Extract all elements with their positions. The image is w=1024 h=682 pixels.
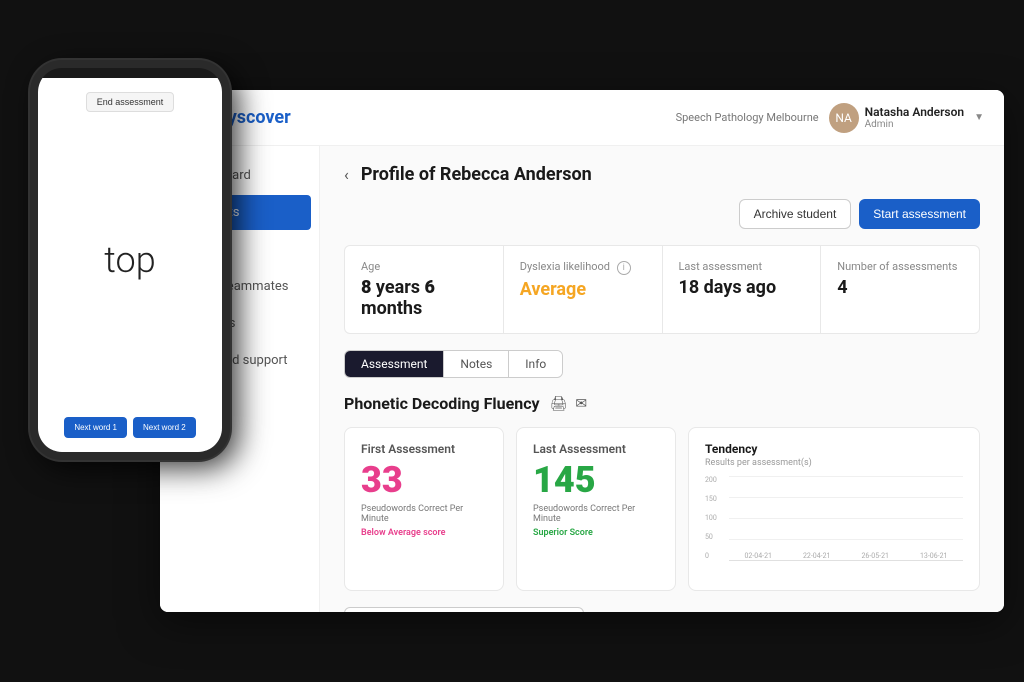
y-label-0: 0 bbox=[705, 552, 729, 560]
org-name: Speech Pathology Melbourne bbox=[676, 111, 819, 124]
user-dropdown-arrow[interactable]: ▼ bbox=[974, 112, 984, 123]
y-axis: 200 150 100 50 0 bbox=[705, 476, 729, 560]
bar-1-label: 02-04-21 bbox=[745, 552, 772, 560]
user-role: Admin bbox=[865, 119, 964, 130]
y-label-200: 200 bbox=[705, 476, 729, 484]
page-title: Profile of Rebecca Anderson bbox=[361, 164, 980, 185]
app-header: D Dyscover Speech Pathology Melbourne NA… bbox=[160, 90, 1004, 146]
main-ui: D Dyscover Speech Pathology Melbourne NA… bbox=[160, 90, 1004, 612]
tab-info[interactable]: Info bbox=[509, 351, 562, 377]
last-assessment-score: 145 bbox=[533, 462, 659, 498]
tendency-card: Tendency Results per assessment(s) 200 1… bbox=[688, 427, 980, 591]
stat-age-value: 8 years 6 months bbox=[361, 277, 487, 319]
stat-num-label: Number of assessments bbox=[837, 260, 963, 273]
stat-num-value: 4 bbox=[837, 277, 963, 298]
assessment-cards-row: First Assessment 33 Pseudowords Correct … bbox=[344, 427, 980, 591]
start-assessment-button[interactable]: Start assessment bbox=[859, 199, 980, 229]
bar-4-label: 13-06-21 bbox=[920, 552, 947, 560]
phone-notch bbox=[100, 68, 160, 78]
bar-2-label: 22-04-21 bbox=[803, 552, 830, 560]
action-buttons: Archive student Start assessment bbox=[344, 199, 980, 229]
section-icons: 🖨 ✉ bbox=[550, 396, 588, 412]
first-assessment-title: First Assessment bbox=[361, 442, 487, 456]
y-label-150: 150 bbox=[705, 495, 729, 503]
bar-2: 22-04-21 bbox=[803, 550, 830, 560]
tabs-row: Assessment Notes Info bbox=[344, 350, 563, 378]
email-icon[interactable]: ✉ bbox=[575, 396, 587, 412]
next-word-2-button[interactable]: Next word 2 bbox=[133, 417, 196, 438]
stat-last-label: Last assessment bbox=[679, 260, 805, 273]
tendency-sub: Results per assessment(s) bbox=[705, 458, 963, 468]
stat-last-assessment: Last assessment 18 days ago bbox=[663, 246, 821, 333]
bar-3: 26-05-21 bbox=[862, 550, 889, 560]
stat-dyslexia: Dyslexia likelihood i Average bbox=[504, 246, 662, 333]
back-button[interactable]: ‹ bbox=[344, 165, 349, 184]
stat-age-label: Age bbox=[361, 260, 487, 273]
stat-num-assessments: Number of assessments 4 bbox=[821, 246, 979, 333]
section-title: Phonetic Decoding Fluency bbox=[344, 394, 540, 413]
archive-student-button[interactable]: Archive student bbox=[739, 199, 852, 229]
first-assessment-tag: Below Average score bbox=[361, 528, 487, 538]
phone-screen: End assessment top Next word 1 Next word… bbox=[38, 78, 222, 452]
scene: End assessment top Next word 1 Next word… bbox=[0, 0, 1024, 682]
content-header: ‹ Profile of Rebecca Anderson bbox=[344, 164, 980, 185]
dropdown-row: Assessment 3 - 26/05/2021 ▼ bbox=[344, 607, 980, 612]
tab-notes[interactable]: Notes bbox=[444, 351, 509, 377]
bar-3-label: 26-05-21 bbox=[862, 552, 889, 560]
phone-action-buttons: Next word 1 Next word 2 bbox=[54, 407, 205, 452]
stat-last-value: 18 days ago bbox=[679, 277, 805, 298]
chart-container: 200 150 100 50 0 bbox=[705, 476, 963, 576]
stat-age: Age 8 years 6 months bbox=[345, 246, 503, 333]
assessment-dropdown[interactable]: Assessment 3 - 26/05/2021 ▼ bbox=[344, 607, 584, 612]
ui-body: Dashboard Students Teams Invite teammate… bbox=[160, 146, 1004, 612]
last-assessment-sub: Pseudowords Correct Per Minute bbox=[533, 504, 659, 524]
stat-dyslexia-label: Dyslexia likelihood i bbox=[520, 260, 646, 275]
content-area: ‹ Profile of Rebecca Anderson Archive st… bbox=[320, 146, 1004, 612]
bar-4: 13-06-21 bbox=[920, 550, 947, 560]
last-assessment-title: Last Assessment bbox=[533, 442, 659, 456]
stat-dyslexia-value: Average bbox=[520, 279, 646, 300]
last-assessment-tag: Superior Score bbox=[533, 528, 659, 538]
tab-assessment[interactable]: Assessment bbox=[345, 351, 444, 377]
phone-device: End assessment top Next word 1 Next word… bbox=[30, 60, 230, 460]
tendency-title: Tendency bbox=[705, 442, 963, 456]
user-name: Natasha Anderson bbox=[865, 105, 964, 119]
phone-word-display: top bbox=[104, 112, 155, 407]
dyslexia-info-icon[interactable]: i bbox=[617, 261, 631, 275]
first-assessment-sub: Pseudowords Correct Per Minute bbox=[361, 504, 487, 524]
end-assessment-button[interactable]: End assessment bbox=[86, 92, 175, 112]
user-info[interactable]: NA Natasha Anderson Admin ▼ bbox=[829, 103, 984, 133]
print-icon[interactable]: 🖨 bbox=[550, 396, 568, 412]
first-assessment-score: 33 bbox=[361, 462, 487, 498]
y-label-50: 50 bbox=[705, 533, 729, 541]
next-word-1-button[interactable]: Next word 1 bbox=[64, 417, 127, 438]
first-assessment-card: First Assessment 33 Pseudowords Correct … bbox=[344, 427, 504, 591]
section-title-row: Phonetic Decoding Fluency 🖨 ✉ bbox=[344, 394, 980, 413]
last-assessment-card: Last Assessment 145 Pseudowords Correct … bbox=[516, 427, 676, 591]
bar-chart: 02-04-21 22-04-21 26-05-21 bbox=[729, 476, 963, 560]
user-name-role: Natasha Anderson Admin bbox=[865, 105, 964, 130]
stats-row: Age 8 years 6 months Dyslexia likelihood… bbox=[344, 245, 980, 334]
y-label-100: 100 bbox=[705, 514, 729, 522]
bar-1: 02-04-21 bbox=[745, 550, 772, 560]
avatar: NA bbox=[829, 103, 859, 133]
